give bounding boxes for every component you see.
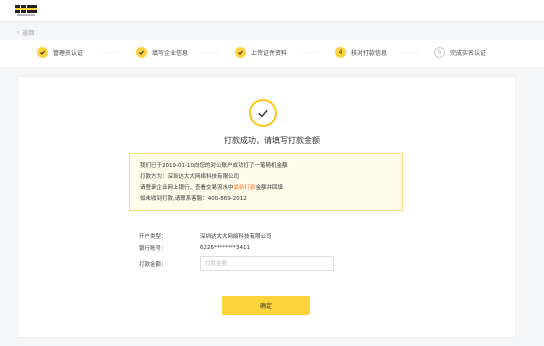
step-separator: ······ (301, 50, 319, 57)
check-icon (235, 47, 246, 58)
amount-row: 打款金额： (139, 256, 334, 271)
notice-line: 如未收到打款,请联系客服：400-869-2012 (140, 196, 247, 202)
step-number: 4 (335, 47, 346, 58)
amount-label: 打款金额： (139, 261, 167, 268)
notice-box: 我们已于2019-01-10向您的对公账户成功打了一笔随机金额 打款方为：深圳达… (129, 153, 403, 211)
account-type-row: 开户类型： 深圳达大大网络科技有限公司 (139, 232, 272, 240)
bank-account-row: 银行账号： 6226********3411 (139, 244, 250, 252)
check-icon (37, 47, 48, 58)
step-label: 管理员认证 (53, 50, 84, 57)
notice-line: 请登录企业网上银行，查看交易流水中最新打款金额并回填 (140, 183, 392, 194)
step-label: 上传证件资料 (251, 50, 288, 57)
brand-logo-icon[interactable] (15, 4, 37, 17)
bank-account-label: 银行账号： (139, 246, 167, 252)
step-label: 核对打款信息 (351, 50, 388, 57)
chevron-left-icon: ‹ (17, 29, 20, 36)
step-number: 5 (434, 47, 445, 58)
step-label: 完成实名认证 (450, 50, 487, 57)
amount-input[interactable] (200, 256, 334, 271)
back-label: 返回 (22, 30, 35, 37)
step-separator: ······ (401, 50, 419, 57)
result-title: 打款成功，请填写打款金额 (224, 136, 320, 145)
notice-line: 打款方为：深圳达大大网络科技有限公司 (140, 174, 240, 180)
step-1: 管理员认证 (37, 47, 83, 58)
notice-text: 请登录企业网上银行，查看交易流水中 (140, 185, 234, 191)
notice-line: 我们已于2019-01-10向您的对公账户成功打了一笔随机金额 (140, 163, 288, 169)
back-link[interactable]: ‹ 返回 (17, 28, 34, 37)
step-4: 4 核对打款信息 (335, 47, 387, 58)
top-bar (0, 0, 544, 22)
step-3: 上传证件资料 (235, 47, 287, 58)
step-separator: ······ (101, 50, 119, 57)
bank-account-value: 6226********3411 (200, 245, 250, 251)
step-separator: ······ (201, 50, 219, 57)
notice-text: 金额并回填 (255, 185, 284, 191)
step-label: 填写企业信息 (152, 50, 189, 57)
check-circle-icon (249, 99, 277, 127)
account-type-value: 深圳达大大网络科技有限公司 (200, 234, 272, 240)
account-type-label: 开户类型： (139, 234, 167, 240)
notice-highlight: 最新打款 (233, 185, 256, 191)
step-2: 填写企业信息 (136, 47, 188, 58)
step-5: 5 完成实名认证 (434, 47, 486, 58)
check-icon (136, 47, 147, 58)
confirm-button[interactable]: 确定 (222, 296, 310, 315)
